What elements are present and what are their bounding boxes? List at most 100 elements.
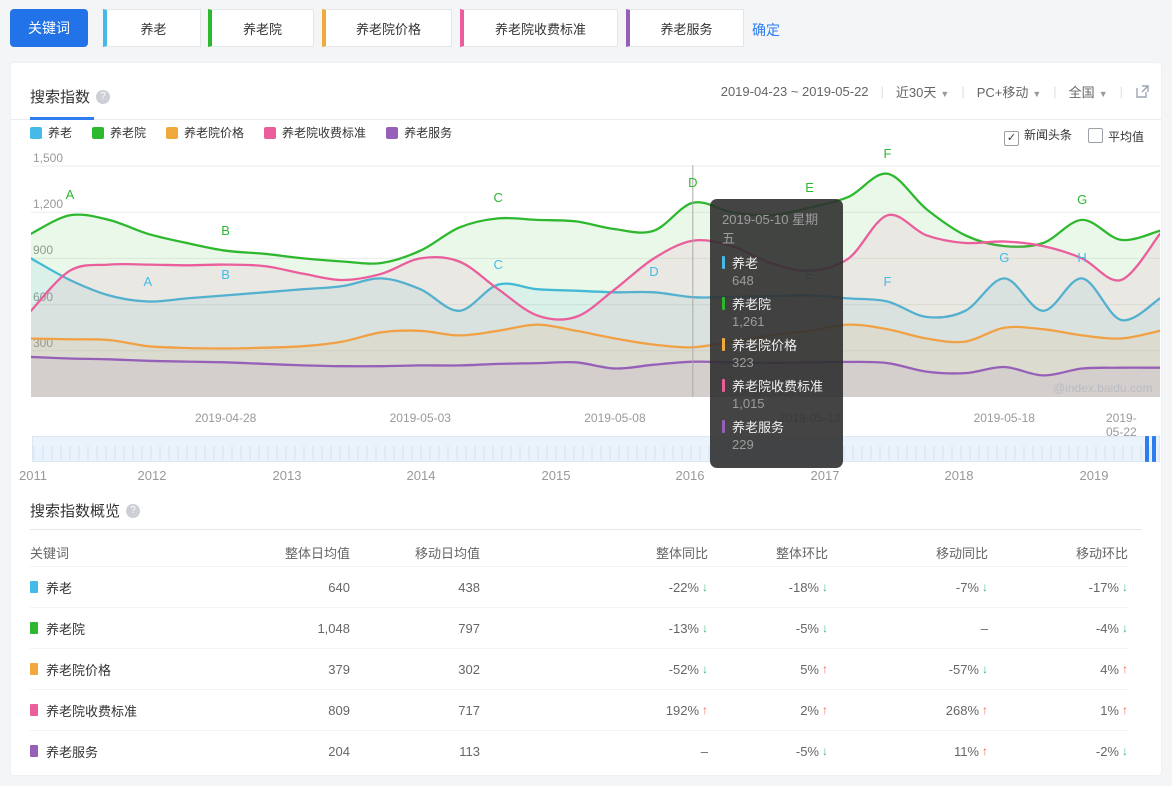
divider: | xyxy=(1119,84,1123,99)
average-checkbox[interactable]: 平均值 xyxy=(1087,127,1144,145)
legend-item[interactable]: 养老院 xyxy=(92,124,146,141)
timeline-slider[interactable] xyxy=(32,436,1160,462)
legend-item[interactable]: 养老 xyxy=(30,124,72,141)
tooltip-value: 323 xyxy=(732,355,754,370)
percent-value: -18% xyxy=(788,579,819,595)
news-marker-A[interactable]: A xyxy=(143,274,152,289)
news-marker-G[interactable]: G xyxy=(1077,192,1087,207)
keyword-input[interactable]: 养老服务 xyxy=(626,9,744,47)
keyword-cell[interactable]: 养老院收费标准 xyxy=(30,701,250,720)
help-icon[interactable]: ? xyxy=(96,89,111,104)
keyword-cell[interactable]: 养老院价格 xyxy=(30,660,250,679)
tooltip-value: 648 xyxy=(732,273,754,288)
legend-item[interactable]: 养老院价格 xyxy=(166,124,244,141)
help-icon[interactable]: ? xyxy=(126,503,141,518)
percent-cell: 11% ↑ xyxy=(828,744,988,759)
mobile-avg-cell: 797 xyxy=(458,620,480,636)
percent-value: 268% xyxy=(945,702,979,718)
checkbox-checked-icon: ✓ xyxy=(1003,131,1019,146)
range-dropdown[interactable]: 近30天 ▼ xyxy=(896,82,949,101)
legend-item[interactable]: 养老院收费标准 xyxy=(264,124,366,141)
x-axis-tick: 2019-05-18 xyxy=(973,411,1035,425)
timeline-year-2012[interactable]: 2012 xyxy=(138,468,167,483)
keyword-input[interactable]: 养老 xyxy=(103,9,201,47)
x-axis-tick: 2019-05-22 xyxy=(1106,411,1137,439)
news-marker-D[interactable]: D xyxy=(688,175,697,190)
keyword-input[interactable]: 养老院收费标准 xyxy=(460,9,618,47)
divider: | xyxy=(880,84,884,99)
news-marker-F[interactable]: F xyxy=(883,146,891,161)
tab-search-index[interactable]: 搜索指数 ? xyxy=(30,86,111,107)
news-headline-checkbox[interactable]: ✓ 新闻头条 xyxy=(1003,126,1072,146)
tooltip-color-bar xyxy=(722,256,725,269)
external-link-icon[interactable] xyxy=(1135,84,1150,99)
keyword-color-swatch xyxy=(30,745,38,757)
news-marker-A[interactable]: A xyxy=(66,187,75,202)
divider: | xyxy=(1053,84,1057,99)
slider-handle-left[interactable] xyxy=(1145,436,1149,462)
x-axis-tick: 2019-05-03 xyxy=(389,411,451,425)
timeline-year-2017[interactable]: 2017 xyxy=(811,468,840,483)
keyword-input[interactable]: 养老院 xyxy=(208,9,314,47)
percent-value: -22% xyxy=(668,579,699,595)
timeline-year-2016[interactable]: 2016 xyxy=(676,468,705,483)
news-marker-B[interactable]: B xyxy=(221,267,230,282)
percent-value: -13% xyxy=(668,620,699,636)
timeline-year-2011[interactable]: 2011 xyxy=(19,468,47,483)
overall-avg-cell: 809 xyxy=(328,702,350,718)
timeline-year-2018[interactable]: 2018 xyxy=(945,468,974,483)
news-marker-B[interactable]: B xyxy=(221,223,230,238)
tooltip-date: 2019-05-10 星期五 xyxy=(722,212,819,246)
timeline-year-2013[interactable]: 2013 xyxy=(273,468,302,483)
legend-color-swatch xyxy=(264,126,277,139)
keyword-cell[interactable]: 养老服务 xyxy=(30,742,250,761)
legend-label: 养老院收费标准 xyxy=(282,126,367,140)
percent-value: 1% xyxy=(1100,702,1119,718)
tooltip-color-bar xyxy=(722,338,725,351)
overall-avg-cell: 379 xyxy=(328,661,350,677)
date-range[interactable]: 2019-04-23 ~ 2019-05-22 xyxy=(721,84,869,99)
slider-handle-right[interactable] xyxy=(1152,436,1156,462)
news-marker-F[interactable]: F xyxy=(883,274,891,289)
arrow-up-icon: ↑ xyxy=(1122,662,1128,676)
percent-value: – xyxy=(980,620,988,636)
news-marker-E[interactable]: E xyxy=(805,180,814,195)
table-header-1: 整体日均值 xyxy=(284,545,350,561)
table-header-0: 关键词 xyxy=(30,545,70,561)
news-marker-C[interactable]: C xyxy=(493,190,502,205)
news-marker-G[interactable]: G xyxy=(999,250,1009,265)
header-divider xyxy=(11,119,1161,120)
region-dropdown[interactable]: 全国 ▼ xyxy=(1069,82,1108,101)
news-marker-D[interactable]: D xyxy=(649,264,658,279)
percent-cell: – xyxy=(480,744,708,759)
tooltip-value: 1,261 xyxy=(732,314,765,329)
timeline-sparkline xyxy=(33,445,1159,460)
timeline-year-2014[interactable]: 2014 xyxy=(407,468,436,483)
device-dropdown[interactable]: PC+移动 ▼ xyxy=(977,82,1042,101)
news-marker-H[interactable]: H xyxy=(1077,250,1086,265)
percent-value: – xyxy=(700,743,708,759)
overview-divider xyxy=(30,529,1142,530)
keyword-input[interactable]: 养老院价格 xyxy=(322,9,452,47)
chart-legend: 养老 养老院 养老院价格 养老院收费标准 养老服务 xyxy=(30,124,452,141)
legend-item[interactable]: 养老服务 xyxy=(386,124,452,141)
percent-value: -7% xyxy=(955,579,979,595)
tooltip-series-name: 养老院收费标准 xyxy=(722,376,831,395)
keyword-cell[interactable]: 养老 xyxy=(30,578,250,597)
timeline-year-2019[interactable]: 2019 xyxy=(1080,468,1109,483)
table-row: 养老院 1,048 797 -13% ↓ -5% ↓ – -4% ↓ xyxy=(30,607,1128,648)
percent-cell: -5% ↓ xyxy=(708,621,828,636)
x-axis-tick: 2019-05-08 xyxy=(584,411,646,425)
keyword-name: 养老院价格 xyxy=(46,662,112,678)
tooltip-name-text: 养老服务 xyxy=(732,420,785,435)
trend-chart[interactable] xyxy=(31,155,1160,407)
timeline-year-2015[interactable]: 2015 xyxy=(542,468,571,483)
table-header-4: 整体环比 xyxy=(775,545,828,561)
chart-tooltip: 2019-05-10 星期五 养老 648 养老院 1,261 养老院价格 323 养老院收… xyxy=(710,199,843,468)
confirm-button[interactable]: 确定 xyxy=(752,20,780,40)
mobile-avg-cell: 113 xyxy=(459,743,480,759)
legend-color-swatch xyxy=(30,126,42,139)
news-marker-C[interactable]: C xyxy=(493,257,502,272)
mobile-avg-cell: 717 xyxy=(458,702,480,718)
keyword-cell[interactable]: 养老院 xyxy=(30,619,250,638)
